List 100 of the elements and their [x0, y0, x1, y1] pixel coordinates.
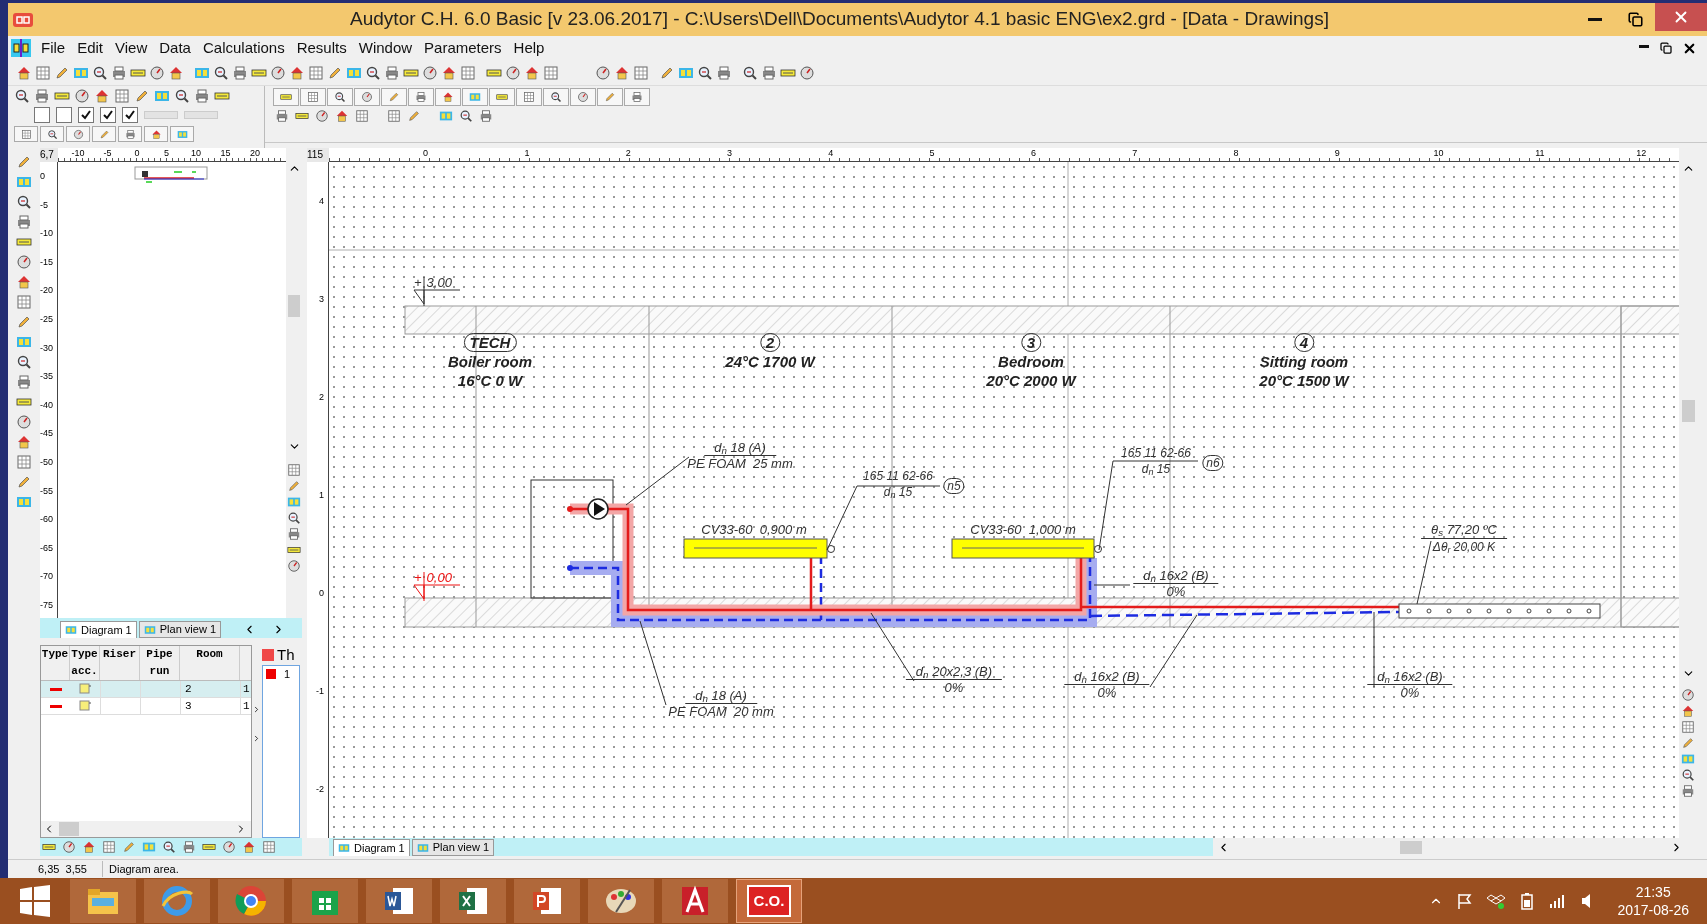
printer-icon[interactable] — [194, 88, 210, 104]
magnifier-icon[interactable] — [459, 109, 473, 123]
pencil-icon[interactable] — [388, 91, 400, 103]
store-app-icon[interactable] — [292, 879, 358, 923]
printer-icon[interactable] — [287, 527, 301, 541]
grid-icon[interactable] — [387, 109, 401, 123]
document-tab[interactable]: Diagram 1 — [60, 621, 137, 638]
checkbox[interactable] — [78, 107, 94, 123]
magnifier-icon[interactable] — [174, 88, 190, 104]
grid-icon[interactable] — [355, 109, 369, 123]
magnifier-icon[interactable] — [1681, 768, 1695, 782]
printer-icon[interactable] — [124, 128, 136, 140]
scrollbar-thumb[interactable] — [288, 295, 300, 317]
checkbox[interactable] — [122, 107, 138, 123]
pencil-icon[interactable] — [604, 91, 616, 103]
taskbar-app[interactable]: C.O. — [736, 879, 802, 923]
printer-icon[interactable] — [384, 64, 400, 81]
house-icon[interactable] — [16, 64, 32, 81]
printer-icon[interactable] — [34, 88, 50, 104]
gauge-icon[interactable] — [74, 88, 90, 104]
gauge-icon[interactable] — [16, 254, 32, 270]
printer-icon[interactable] — [761, 64, 777, 81]
menu-item[interactable]: Calculations — [196, 36, 291, 60]
panel-icon[interactable] — [65, 624, 77, 636]
printer-icon[interactable] — [182, 840, 196, 854]
menu-item[interactable]: Results — [290, 36, 353, 60]
printer-icon[interactable] — [16, 214, 32, 230]
magnifier-icon[interactable] — [365, 64, 381, 81]
document-tab[interactable]: Plan view 1 — [138, 621, 221, 638]
magnifier-icon[interactable] — [742, 64, 758, 81]
browser-app-icon[interactable] — [144, 879, 210, 923]
tab-button[interactable] — [14, 126, 38, 142]
gauge-icon[interactable] — [422, 64, 438, 81]
house-icon[interactable] — [168, 64, 184, 81]
panel-icon[interactable] — [176, 128, 188, 140]
radiator-icon[interactable] — [280, 91, 292, 103]
checkbox[interactable] — [100, 107, 116, 123]
menu-item[interactable]: File — [35, 36, 72, 60]
pencil-icon[interactable] — [1681, 736, 1695, 750]
house-icon[interactable] — [614, 64, 630, 81]
tab-button[interactable] — [624, 88, 650, 106]
magnifier-icon[interactable] — [213, 64, 229, 81]
pencil-icon[interactable] — [98, 128, 110, 140]
house-icon[interactable] — [242, 840, 256, 854]
printer-icon[interactable] — [415, 91, 427, 103]
menu-item[interactable]: View — [109, 36, 154, 60]
box-icon[interactable] — [1487, 893, 1506, 909]
tab-button[interactable] — [570, 88, 596, 106]
gauge-icon[interactable] — [149, 64, 165, 81]
browser-app-icon[interactable] — [218, 879, 284, 923]
gauge-icon[interactable] — [505, 64, 521, 81]
flag-icon[interactable] — [1457, 893, 1474, 909]
magnifier-icon[interactable] — [550, 91, 562, 103]
pencil-icon[interactable] — [287, 479, 301, 493]
grid-icon[interactable] — [287, 463, 301, 477]
house-icon[interactable] — [289, 64, 305, 81]
magnifier-icon[interactable] — [16, 354, 32, 370]
menu-item[interactable]: Window — [352, 36, 419, 60]
radiator-icon[interactable] — [496, 91, 508, 103]
house-icon[interactable] — [16, 434, 32, 450]
magnifier-icon[interactable] — [697, 64, 713, 81]
gauge-icon[interactable] — [361, 91, 373, 103]
table-row[interactable]: 3 1 — [41, 698, 251, 715]
printer-icon[interactable] — [716, 64, 732, 81]
grid-icon[interactable] — [543, 64, 559, 81]
document-app-icon[interactable] — [366, 879, 432, 923]
slides-app-icon[interactable] — [514, 879, 580, 923]
gauge-icon[interactable] — [72, 128, 84, 140]
tab-button[interactable] — [489, 88, 515, 106]
tab-button[interactable] — [435, 88, 461, 106]
tab-button[interactable] — [40, 126, 64, 142]
printer-icon[interactable] — [16, 374, 32, 390]
spreadsheet-app-icon[interactable] — [440, 879, 506, 923]
grid-icon[interactable] — [460, 64, 476, 81]
magnifier-icon[interactable] — [334, 91, 346, 103]
tab-button[interactable] — [408, 88, 434, 106]
pencil-icon[interactable] — [407, 109, 421, 123]
printer-icon[interactable] — [111, 64, 127, 81]
clock-time[interactable]: 21:35 — [1635, 883, 1671, 901]
grid-icon[interactable] — [20, 128, 32, 140]
printer-icon[interactable] — [479, 109, 493, 123]
grid-icon[interactable] — [262, 840, 276, 854]
palette-app-icon[interactable] — [588, 879, 654, 923]
grid-icon[interactable] — [523, 91, 535, 103]
house-icon[interactable] — [1681, 704, 1695, 718]
tab-button[interactable] — [300, 88, 326, 106]
slider-track[interactable] — [184, 111, 218, 119]
gauge-icon[interactable] — [315, 109, 329, 123]
tab-button[interactable] — [118, 126, 142, 142]
grid-icon[interactable] — [633, 64, 649, 81]
printer-icon[interactable] — [1681, 784, 1695, 798]
menu-item[interactable]: Data — [153, 36, 197, 60]
pencil-icon[interactable] — [16, 154, 32, 170]
clock-date[interactable]: 2017-08-26 — [1617, 901, 1689, 919]
grid-icon[interactable] — [307, 91, 319, 103]
printer-icon[interactable] — [232, 64, 248, 81]
tab-button[interactable] — [516, 88, 542, 106]
house-icon[interactable] — [94, 88, 110, 104]
house-icon[interactable] — [524, 64, 540, 81]
menu-item[interactable]: Edit — [71, 36, 110, 60]
